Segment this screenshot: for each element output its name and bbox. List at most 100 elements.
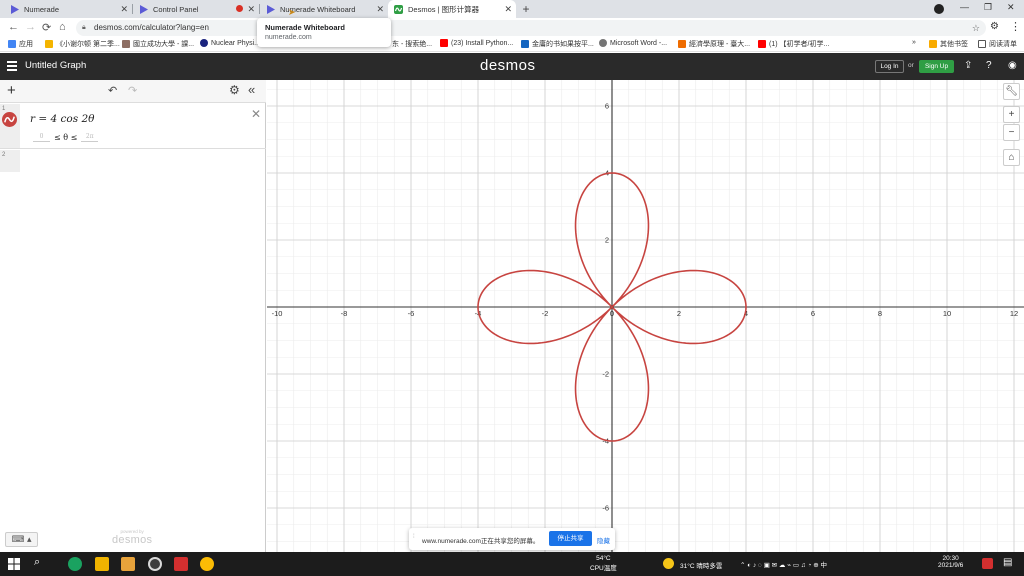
theta-min-input[interactable]: 0 — [33, 132, 50, 142]
chrome-icon[interactable] — [148, 557, 162, 571]
menu-icon[interactable]: ⋮ — [1010, 20, 1021, 33]
bookmark-label: Microsoft Word -... — [610, 39, 668, 47]
windows-start-icon[interactable] — [8, 558, 20, 570]
bookmark-star-icon[interactable]: ☆ — [972, 20, 980, 36]
leq-symbol: ≤ θ ≤ — [54, 132, 78, 142]
y-tick-label: 2 — [605, 236, 609, 245]
tab-desmos[interactable]: Desmos | 图形计算器 ✕ — [388, 0, 516, 18]
weather-text[interactable]: 31°C 晴時多雲 — [680, 560, 722, 570]
hide-button[interactable]: 隐藏 — [597, 535, 610, 545]
tab-hover-tooltip: Numerade Whiteboard numerade.com — [257, 18, 391, 47]
minimize-icon[interactable]: — — [960, 2, 969, 12]
search-icon[interactable]: ⌕ — [34, 556, 40, 569]
bookmark-item[interactable]: 金庸的书如果按平... — [521, 39, 594, 49]
x-tick-label: -6 — [408, 309, 415, 318]
restore-icon[interactable]: ❐ — [984, 2, 992, 13]
x-tick-label: -2 — [542, 309, 549, 318]
tray-icons[interactable]: ⌃ ◐ ♪ ◌ ▣ ✉ ☁ ⌁ ▭ ♫ ◔ ⊕ 中 — [740, 559, 827, 569]
x-tick-label: 6 — [811, 309, 815, 318]
drag-handle-icon[interactable]: ⁞ — [413, 534, 415, 540]
reading-list-icon — [978, 40, 986, 48]
globe-icon[interactable]: ◉ — [1008, 60, 1017, 71]
notification-app-icon[interactable] — [982, 558, 993, 569]
zoom-out-icon[interactable]: − — [1003, 124, 1020, 141]
bookmark-item[interactable]: Microsoft Word -... — [599, 39, 667, 47]
expression-row-empty[interactable]: 2 — [0, 150, 266, 172]
url-text: desmos.com/calculator?lang=en — [94, 23, 209, 32]
bookmark-favicon-icon — [45, 40, 53, 48]
close-window-icon[interactable]: ✕ — [1007, 2, 1015, 13]
numerade-icon — [266, 4, 275, 14]
wps-icon[interactable] — [174, 557, 188, 571]
home-view-icon[interactable]: ⌂ — [1003, 149, 1020, 166]
media-player-icon[interactable] — [68, 557, 82, 571]
close-icon[interactable]: ✕ — [247, 4, 255, 15]
address-bar[interactable]: 🔒︎ desmos.com/calculator?lang=en ☆ — [76, 20, 986, 36]
bookmark-label: 阅读清单 — [989, 41, 1017, 48]
bookmarks-overflow[interactable]: » — [912, 39, 916, 46]
recording-icon — [236, 5, 243, 12]
file-explorer-icon[interactable] — [95, 557, 109, 571]
x-tick-label: 2 — [677, 309, 681, 318]
theta-max-input[interactable]: 2π — [81, 132, 99, 142]
curve-color-icon[interactable] — [2, 112, 17, 127]
bookmark-item[interactable]: 《小谢尔顿 第二季... — [45, 39, 120, 49]
undo-icon[interactable]: ↶ — [108, 84, 117, 97]
close-icon[interactable]: ✕ — [120, 4, 128, 15]
help-icon[interactable]: ? — [986, 60, 992, 71]
graph-canvas[interactable]: -10 -8 -6 -4 -2 0 2 4 6 8 10 12 -6 -4 -2 2 4 6 🔧︎ + − ⌂ — [267, 80, 1024, 552]
bookmark-apps[interactable]: 应用 — [8, 39, 33, 49]
bookmark-item[interactable]: (23) Install Python... — [440, 39, 513, 47]
bookmark-label: 应用 — [19, 41, 33, 48]
tooltip-url: numerade.com — [265, 34, 312, 41]
close-icon[interactable]: ✕ — [504, 4, 512, 15]
delete-expression-icon[interactable]: ✕ — [251, 107, 261, 121]
share-icon[interactable]: ⇪ — [964, 60, 972, 71]
close-icon[interactable]: ✕ — [376, 4, 384, 15]
reload-icon[interactable]: ⟳ — [42, 21, 51, 34]
bookmark-item[interactable]: (1) 【初学者/初学... — [758, 39, 829, 49]
notification-center-icon[interactable]: ▤ — [1003, 557, 1012, 568]
app-icon[interactable] — [121, 557, 135, 571]
desmos-logo: desmos — [480, 57, 536, 74]
tab-numerade-whiteboard[interactable]: Numerade Whiteboard ✕ — [260, 0, 388, 18]
clock[interactable]: 20:30 2021/9/6 — [938, 555, 963, 569]
add-item-icon[interactable]: + — [7, 82, 16, 99]
other-bookmarks[interactable]: 其他书签 — [929, 39, 968, 49]
tab-numerade[interactable]: Numerade ✕ — [4, 0, 132, 18]
hamburger-menu-icon[interactable] — [7, 61, 17, 71]
tab-control-panel[interactable]: Control Panel ✕ — [133, 0, 259, 18]
redo-icon[interactable]: ↷ — [128, 84, 137, 97]
extension-icon[interactable]: ⚙ — [990, 21, 999, 32]
stop-sharing-button[interactable]: 停止共享 — [549, 531, 592, 546]
zoom-in-icon[interactable]: + — [1003, 106, 1020, 123]
forward-icon[interactable]: → — [25, 21, 36, 33]
bookmark-favicon-icon — [122, 40, 130, 48]
login-button[interactable]: Log In — [875, 60, 904, 73]
keyboard-toggle-icon[interactable]: ⌨ ▴ — [5, 532, 38, 547]
graph-title[interactable]: Untitled Graph — [25, 60, 86, 71]
desmos-header: Untitled Graph desmos Log In or Sign Up … — [0, 53, 1024, 80]
wrench-icon[interactable]: 🔧︎ — [1003, 83, 1020, 100]
chrome-alt-icon[interactable] — [200, 557, 214, 571]
expression-input[interactable]: r = 4 cos 2θ — [30, 113, 94, 125]
collapse-panel-icon[interactable]: « — [248, 82, 255, 97]
bookmark-item[interactable]: Nuclear Physi... — [200, 39, 260, 47]
profile-record-icon[interactable] — [934, 4, 944, 14]
new-tab-button[interactable]: + — [519, 2, 533, 16]
reading-list[interactable]: 阅读清单 — [978, 39, 1017, 49]
desmos-tab-icon — [394, 4, 403, 14]
settings-gear-icon[interactable]: ⚙ — [229, 83, 240, 97]
signup-button[interactable]: Sign Up — [919, 60, 954, 73]
bookmark-item[interactable]: 國立成功大學 - 課... — [122, 39, 194, 49]
tab-label: Control Panel — [153, 4, 199, 14]
weather-sun-icon — [663, 558, 674, 569]
expression-row[interactable]: 1 r = 4 cos 2θ ✕ 0 ≤ θ ≤ 2π — [0, 104, 266, 149]
bookmark-label: 东 - 搜索绝... — [392, 41, 433, 48]
tab-strip: Numerade ✕ Control Panel ✕ Numerade Whit… — [0, 0, 1024, 18]
home-icon[interactable]: ⌂ — [59, 21, 66, 33]
graph-svg[interactable]: -10 -8 -6 -4 -2 0 2 4 6 8 10 12-6-4-2246 — [267, 80, 1024, 552]
back-icon[interactable]: ← — [8, 21, 19, 33]
bookmark-item[interactable]: 东 - 搜索绝... — [392, 39, 432, 49]
bookmark-item[interactable]: 經濟學原理 - 臺大... — [678, 39, 750, 49]
